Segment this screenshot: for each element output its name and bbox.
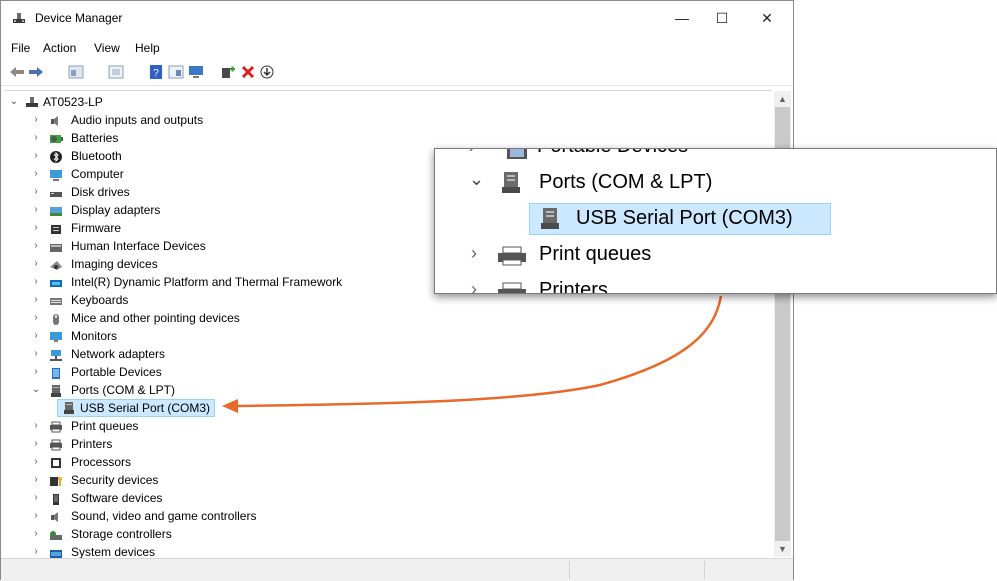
- printer-icon: [498, 246, 526, 266]
- chevron-right-icon: ›: [471, 279, 477, 294]
- zoom-printers-label: Printers: [539, 279, 608, 294]
- portable-device-icon: [507, 149, 527, 159]
- port-icon: [502, 172, 520, 193]
- chevron-right-icon[interactable]: ›: [471, 243, 477, 264]
- port-icon: [541, 208, 559, 229]
- zoom-ports-label: Ports (COM & LPT): [539, 171, 713, 193]
- zoom-print-queues-label: Print queues: [539, 243, 652, 265]
- chevron-down-icon[interactable]: ⌄: [469, 169, 484, 190]
- chevron-right-icon: ›: [469, 149, 474, 156]
- zoom-portable-label: Portable Devices: [537, 149, 688, 158]
- printer-icon: [498, 282, 526, 293]
- zoom-usb-serial-label: USB Serial Port (COM3): [576, 207, 793, 229]
- zoom-usb-serial-row[interactable]: USB Serial Port (COM3): [529, 203, 831, 235]
- zoom-portable-devices-row: › Portable Devices: [469, 149, 688, 159]
- zoom-callout: › Portable Devices ⌄ Ports (COM & LPT) U…: [434, 148, 997, 294]
